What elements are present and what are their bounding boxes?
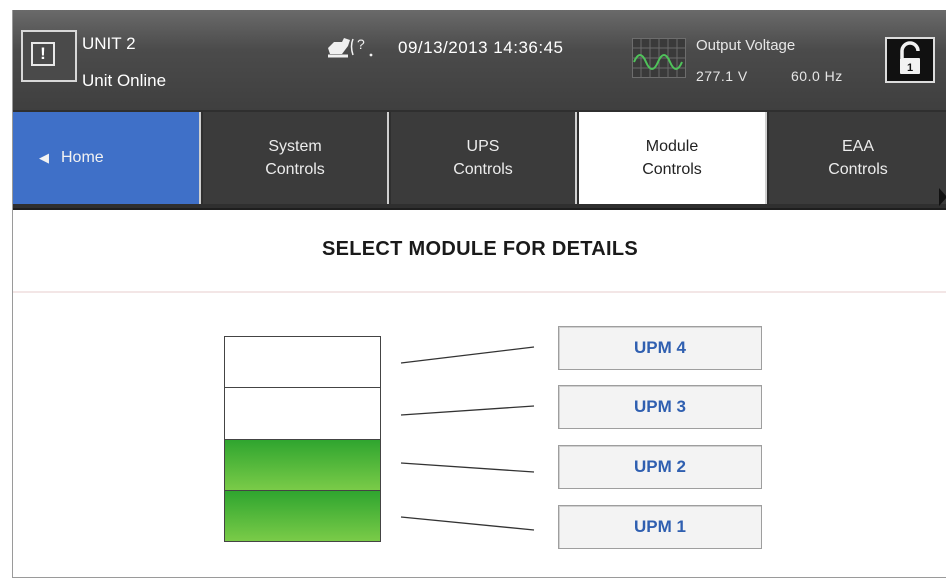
upm1-button[interactable]: UPM 1 bbox=[558, 505, 762, 549]
upm2-button[interactable]: UPM 2 bbox=[558, 445, 762, 489]
connector-lines bbox=[400, 346, 535, 531]
ups-screen: ! UNIT 2 Unit Online ? 09/13/2013 14:36:… bbox=[12, 10, 946, 578]
upm3-button[interactable]: UPM 3 bbox=[558, 385, 762, 429]
upm4-button[interactable]: UPM 4 bbox=[558, 326, 762, 370]
